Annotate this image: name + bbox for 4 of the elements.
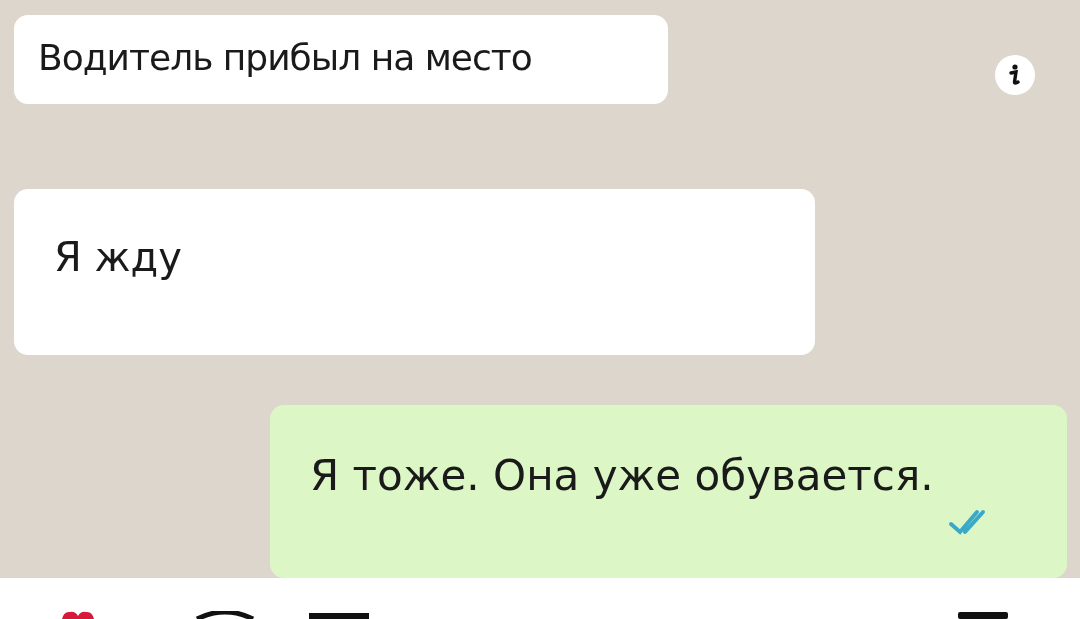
message-text: Водитель прибыл на место xyxy=(38,37,532,78)
message-text: Я тоже. Она уже обувается. xyxy=(310,451,935,501)
message-text: Я жду xyxy=(54,234,182,281)
info-icon[interactable] xyxy=(995,55,1035,95)
